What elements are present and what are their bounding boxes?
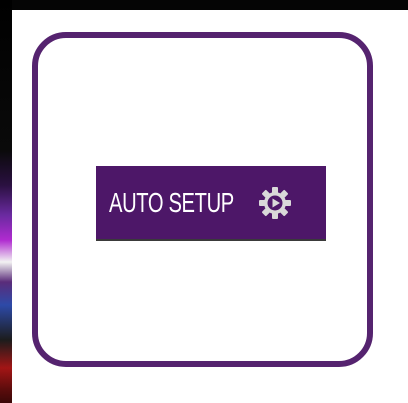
- auto-setup-label: AUTO SETUP: [109, 186, 234, 218]
- auto-setup-button[interactable]: AUTO SETUP: [96, 166, 326, 241]
- top-dark-bar: [0, 0, 408, 10]
- background-edge-strip: [0, 0, 12, 403]
- gear-play-icon: [259, 187, 291, 219]
